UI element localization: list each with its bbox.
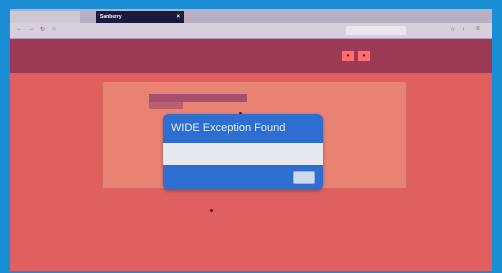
dialog-message [163,143,323,165]
home-icon[interactable]: ⌂ [52,26,56,32]
reload-icon[interactable]: ↻ [40,26,45,33]
site-header: ● ● [10,39,492,73]
dialog-title: WIDE Exception Found [171,122,286,134]
download-icon[interactable]: ↓ [462,26,465,32]
tab-active[interactable]: Sanberry × [96,11,184,23]
search-input[interactable] [346,26,406,35]
menu-bar[interactable] [149,94,247,102]
back-icon[interactable]: ← [16,26,22,32]
mouse-cursor [210,209,213,212]
menu-bar-secondary[interactable] [149,102,183,109]
dialog-ok-button[interactable] [293,171,315,184]
tab-strip: Sanberry × [10,9,492,23]
address-bar: ← → ↻ ⌂ ☆ ↓ ≡ [10,23,492,39]
close-icon[interactable]: × [176,11,180,23]
tab-inactive[interactable] [10,11,80,23]
tab-active-label: Sanberry [100,14,122,20]
exception-dialog: WIDE Exception Found [163,114,323,190]
bookmark-icon[interactable]: ☆ [450,26,455,33]
cart-icon[interactable]: ● [358,51,370,61]
url-field[interactable] [100,26,280,35]
forward-icon[interactable]: → [28,26,34,32]
user-icon[interactable]: ● [342,51,354,61]
menu-icon[interactable]: ≡ [476,26,480,32]
